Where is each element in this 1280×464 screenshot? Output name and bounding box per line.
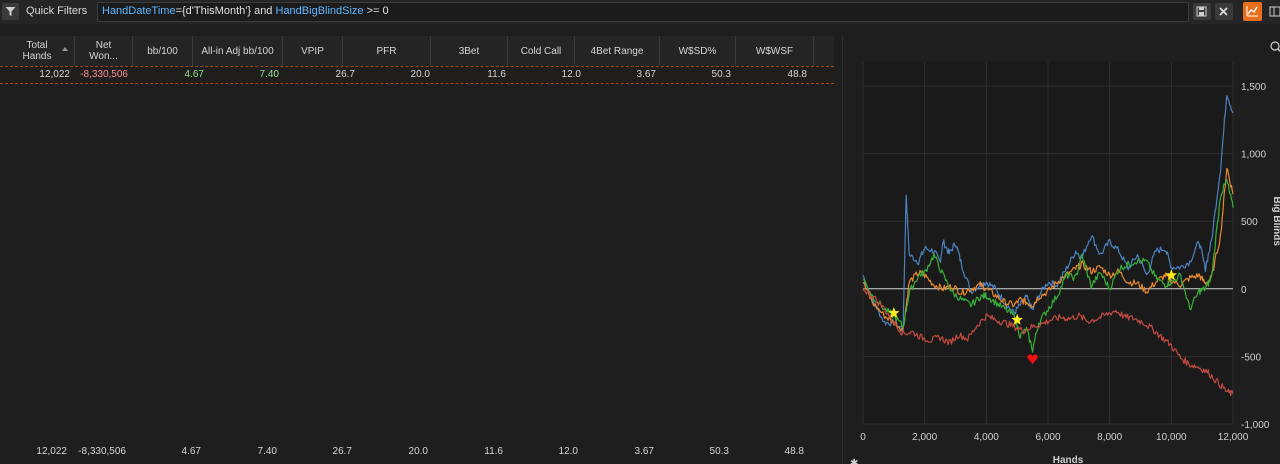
table-cell: -8,330,506 bbox=[80, 69, 128, 80]
column-header-label: Total Hands bbox=[22, 40, 52, 62]
filter-token: >= 0 bbox=[363, 5, 389, 17]
footer-total-cell: -8,330,506 bbox=[78, 446, 126, 457]
column-header-label: Net Won... bbox=[89, 40, 118, 62]
column-header-label: VPIP bbox=[301, 45, 324, 57]
filter-expression-text: HandDateTime={d'ThisMonth'} and HandBigB… bbox=[102, 5, 389, 17]
column-header[interactable]: W$SD% bbox=[660, 36, 736, 66]
column-header-label: 3Bet bbox=[458, 45, 480, 57]
x-tick-label: 10,000 bbox=[1156, 432, 1187, 443]
column-header[interactable]: W$WSF bbox=[736, 36, 814, 66]
column-header[interactable]: PFR bbox=[343, 36, 431, 66]
y-axis-title: Big Blinds bbox=[1271, 196, 1280, 246]
zoom-icon[interactable] bbox=[1270, 41, 1280, 52]
y-tick-label: 0 bbox=[1241, 285, 1247, 296]
sort-ascending-icon bbox=[62, 47, 68, 51]
y-tick-label: 1,500 bbox=[1241, 82, 1266, 93]
table-cell: 4.67 bbox=[184, 69, 204, 80]
table-cell: 20.0 bbox=[410, 69, 430, 80]
save-icon bbox=[1196, 6, 1207, 17]
x-tick-label: 6,000 bbox=[1035, 432, 1060, 443]
column-header-label: All-in Adj bb/100 bbox=[201, 45, 274, 57]
filter-icon bbox=[5, 7, 16, 16]
column-header-label: PFR bbox=[376, 45, 397, 57]
table-row[interactable]: 12,022 -8,330,506 4.67 7.40 26.7 20.0 11.6 12.0… bbox=[0, 66, 834, 84]
table-cell: 48.8 bbox=[787, 69, 807, 80]
column-header-label: W$WSF bbox=[755, 45, 794, 57]
x-tick-label: 0 bbox=[860, 432, 866, 443]
column-header-label: W$SD% bbox=[678, 45, 717, 57]
panel-divider[interactable] bbox=[842, 36, 843, 464]
table-cell: 3.67 bbox=[636, 69, 656, 80]
column-header[interactable]: All-in Adj bb/100 bbox=[193, 36, 283, 66]
save-filter-button[interactable] bbox=[1193, 3, 1211, 20]
clear-filter-button[interactable] bbox=[1215, 3, 1233, 20]
filter-token: ={d'ThisMonth'} and bbox=[175, 5, 276, 17]
column-header[interactable]: bb/100 bbox=[133, 36, 193, 66]
panel-layout-icon bbox=[1269, 6, 1280, 17]
y-tick-label: 1,000 bbox=[1241, 150, 1266, 161]
y-tick-label: 500 bbox=[1241, 217, 1258, 228]
footer-total-cell: 48.8 bbox=[784, 446, 804, 457]
x-tick-label: 12,000 bbox=[1218, 432, 1249, 443]
column-header[interactable]: Total Hands bbox=[0, 36, 75, 66]
column-header[interactable]: 3Bet bbox=[431, 36, 508, 66]
column-header[interactable]: Net Won... bbox=[75, 36, 133, 66]
table-cell: 7.40 bbox=[259, 69, 279, 80]
filter-token: HandDateTime bbox=[102, 5, 176, 17]
y-tick-label: -1,000 bbox=[1241, 420, 1270, 431]
footer-total-cell: 4.67 bbox=[181, 446, 201, 457]
table-cell: 11.6 bbox=[487, 69, 506, 80]
layout-toggle-button[interactable] bbox=[1266, 3, 1280, 20]
x-tick-label: 4,000 bbox=[974, 432, 999, 443]
table-cell: 26.7 bbox=[335, 69, 355, 80]
graph-view-button[interactable] bbox=[1243, 2, 1262, 21]
footer-total-cell: 11.6 bbox=[484, 446, 503, 457]
table-cell: 50.3 bbox=[711, 69, 731, 80]
settings-icon: ✱ bbox=[850, 458, 858, 464]
table-cell: 12.0 bbox=[561, 69, 581, 80]
line-chart-icon bbox=[1246, 6, 1258, 17]
results-graph: 0 2,000 4,000 6,000 8,000 10,000 12,000-1,000 -… bbox=[850, 41, 1280, 464]
footer-total-cell: 20.0 bbox=[408, 446, 428, 457]
column-header[interactable]: Cold Call bbox=[508, 36, 575, 66]
footer-total-cell: 50.3 bbox=[709, 446, 729, 457]
filter-expression-input[interactable]: HandDateTime={d'ThisMonth'} and HandBigB… bbox=[97, 2, 1189, 22]
x-tick-label: 8,000 bbox=[1097, 432, 1122, 443]
footer-total-cell: 3.67 bbox=[634, 446, 654, 457]
quick-filter-bar: Quick Filters HandDateTime={d'ThisMonth'… bbox=[0, 0, 1280, 24]
column-header-label: 4Bet Range bbox=[590, 45, 644, 57]
y-tick-label: -500 bbox=[1241, 352, 1261, 363]
filter-token: HandBigBlindSize bbox=[275, 5, 364, 17]
footer-total-cell: 7.40 bbox=[257, 446, 277, 457]
column-header-label: Cold Call bbox=[520, 45, 562, 57]
table-footer-totals: 12,022 -8,330,506 4.67 7.40 26.7 20.0 11.6 12.0… bbox=[0, 444, 834, 462]
filter-button[interactable] bbox=[2, 3, 19, 20]
quick-filters-label: Quick Filters bbox=[26, 5, 88, 17]
footer-total-cell: 26.7 bbox=[332, 446, 352, 457]
close-icon bbox=[1219, 7, 1228, 16]
column-header[interactable]: VPIP bbox=[283, 36, 343, 66]
x-tick-label: 2,000 bbox=[912, 432, 937, 443]
x-axis-title: Hands bbox=[1053, 455, 1084, 464]
footer-total-cell: 12.0 bbox=[558, 446, 578, 457]
column-header-label: bb/100 bbox=[147, 45, 178, 57]
table-header: Total Hands Net Won... bb/100 All-in Adj bb… bbox=[0, 36, 834, 66]
stats-table: Total Hands Net Won... bb/100 All-in Adj bb… bbox=[0, 36, 834, 436]
column-header[interactable]: 4Bet Range bbox=[575, 36, 660, 66]
